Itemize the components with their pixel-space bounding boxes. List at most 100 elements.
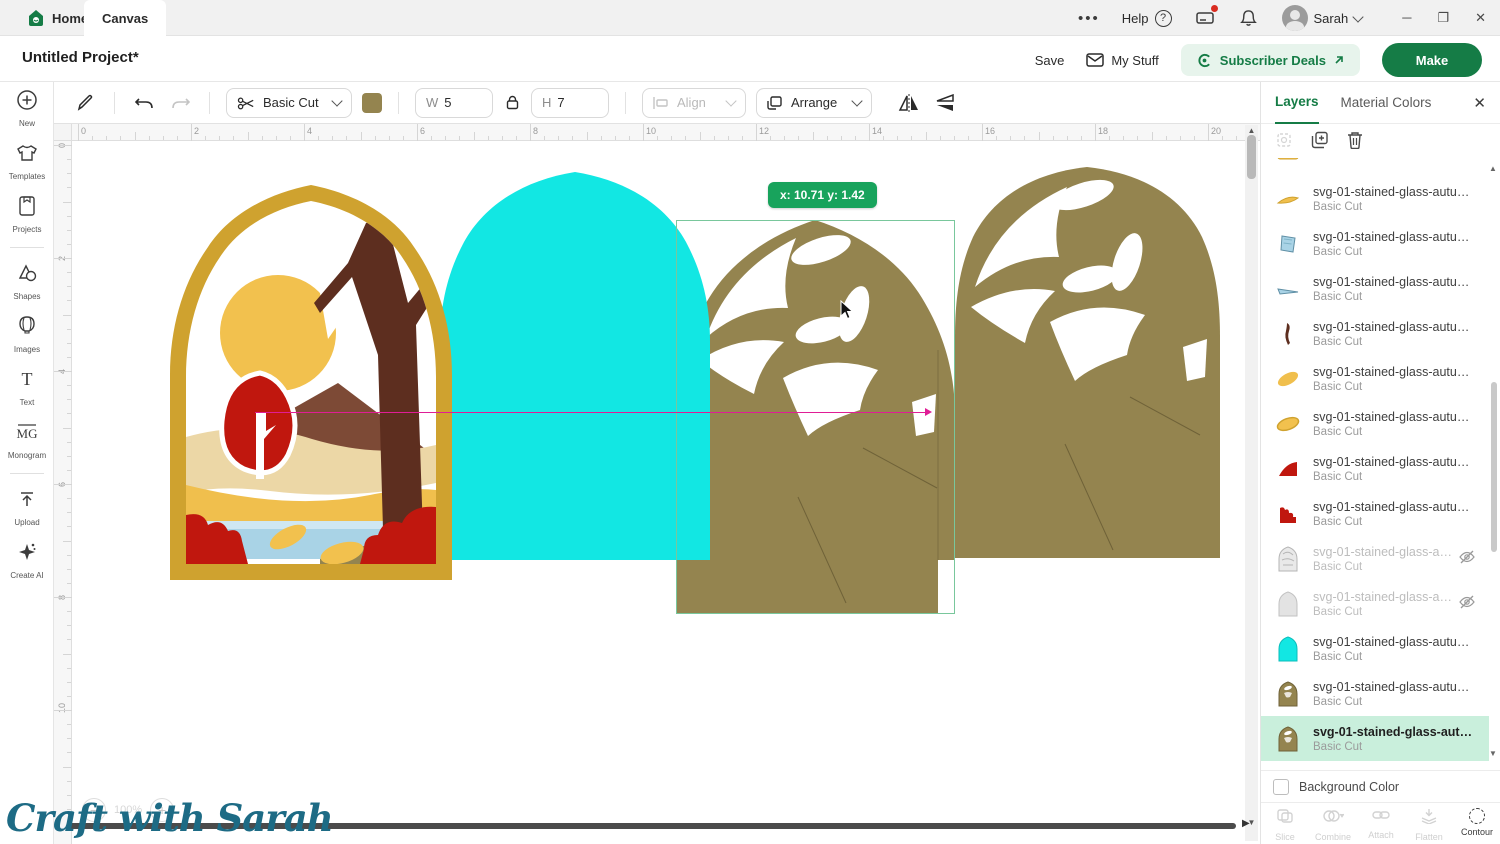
sidebar-item-upload[interactable]: Upload <box>0 481 54 533</box>
flip-horizontal-button[interactable] <box>896 90 922 116</box>
canvas-vertical-scrollbar[interactable]: ▲ ▼ <box>1245 125 1258 841</box>
attach-button[interactable]: Attach <box>1359 808 1403 840</box>
sidebar-item-projects[interactable]: Projects <box>0 188 54 240</box>
project-title: Untitled Project* <box>22 49 139 66</box>
watermark-logo: Craft with Sarah <box>6 796 333 840</box>
height-field[interactable]: H 7 <box>531 88 609 118</box>
lock-icon <box>506 95 519 110</box>
subscriber-deals-button[interactable]: Subscriber Deals <box>1181 44 1360 76</box>
scroll-up-icon[interactable]: ▲ <box>1245 126 1258 135</box>
scroll-down-icon[interactable]: ▼ <box>1489 749 1497 758</box>
help-button[interactable]: Help ? <box>1122 10 1172 27</box>
scrollbar-thumb[interactable] <box>1491 382 1497 552</box>
more-menu-icon[interactable]: ••• <box>1078 10 1100 27</box>
slice-button[interactable]: Slice <box>1263 808 1307 842</box>
arrange-dropdown[interactable]: Arrange <box>756 88 872 118</box>
undo-button[interactable] <box>131 90 157 116</box>
sidebar-item-label: Create AI <box>10 571 43 580</box>
layer-row[interactable]: svg-01-stained-glass-autu…Basic Cut <box>1261 221 1489 266</box>
minimize-button[interactable]: ─ <box>1402 10 1411 26</box>
color-swatch[interactable] <box>362 93 382 113</box>
canvas-area[interactable]: x: 10.71 y: 1.42 02468101214161820 02468… <box>54 124 1260 844</box>
layer-row[interactable]: svg-01-stained-glass-autu…Basic Cut <box>1261 401 1489 446</box>
layer-name: svg-01-stained-glass-autu… <box>1313 365 1469 379</box>
scroll-up-icon[interactable]: ▲ <box>1489 164 1497 173</box>
attach-icon <box>1372 808 1390 827</box>
sidebar-item-text[interactable]: TText <box>0 361 54 413</box>
layer-row[interactable]: svg-01-stained-glass-a…Basic Cut <box>1261 581 1489 626</box>
selection-box[interactable] <box>676 220 955 614</box>
layer-name: svg-01-stained-glass-autu… <box>1313 455 1469 469</box>
sidebar-item-label: Templates <box>9 172 45 181</box>
layer-name: svg-01-stained-glass-autu… <box>1313 635 1469 649</box>
layer-row[interactable]: Basic Cut <box>1261 158 1489 176</box>
user-menu[interactable]: Sarah <box>1282 5 1363 31</box>
save-button[interactable]: Save <box>1035 53 1065 68</box>
width-label: W <box>426 95 438 110</box>
sidebar-item-templates[interactable]: Templates <box>0 135 54 187</box>
flatten-button[interactable]: Flatten <box>1407 808 1451 842</box>
lock-ratio-button[interactable] <box>499 90 525 116</box>
layer-type: Basic Cut <box>1313 696 1469 708</box>
layer-row[interactable]: svg-01-stained-glass-autu…Basic Cut <box>1261 356 1489 401</box>
sidebar-item-new[interactable]: New <box>0 82 54 134</box>
layer-row[interactable]: svg-01-stained-glass-a…Basic Cut <box>1261 536 1489 581</box>
layer-row[interactable]: svg-01-stained-glass-autu… Basic Cut <box>1261 671 1489 716</box>
eye-hidden-icon[interactable] <box>1459 595 1475 614</box>
close-button[interactable]: ✕ <box>1475 10 1486 26</box>
flip-vertical-button[interactable] <box>932 90 958 116</box>
layer-name: svg-01-stained-glass-autu… <box>1313 680 1469 694</box>
sidebar-item-images[interactable]: Images <box>0 308 54 360</box>
layer-type: Basic Cut <box>1313 741 1472 753</box>
trash-icon[interactable] <box>1347 131 1363 149</box>
layer-row[interactable]: svg-01-stained-glass-autu…Basic Cut <box>1261 626 1489 671</box>
close-panel-icon[interactable]: ✕ <box>1473 94 1486 112</box>
tab-layers[interactable]: Layers <box>1275 82 1319 124</box>
group-icon[interactable] <box>1275 131 1293 149</box>
undo-icon <box>135 95 154 111</box>
my-stuff-button[interactable]: My Stuff <box>1086 52 1158 68</box>
width-field[interactable]: W 5 <box>415 88 493 118</box>
footer-button-label: Contour <box>1461 827 1493 837</box>
layer-row[interactable]: svg-01-stained-glass-autu…Basic Cut <box>1261 266 1489 311</box>
edit-pencil-button[interactable] <box>72 90 98 116</box>
artwork-cyan-arch[interactable] <box>440 170 710 560</box>
artwork-olive-arch-2[interactable] <box>955 167 1220 558</box>
align-icon <box>653 97 669 109</box>
layer-name: svg-01-stained-glass-autu… <box>1313 320 1469 334</box>
ruler-vertical: 0246810 <box>54 141 72 844</box>
background-color-checkbox[interactable] <box>1273 779 1289 795</box>
notifications-button[interactable] <box>1238 7 1260 29</box>
combine-button[interactable]: Combine <box>1311 808 1355 842</box>
tab-material-colors[interactable]: Material Colors <box>1341 82 1432 124</box>
sidebar-item-create-ai[interactable]: Create AI <box>0 534 54 586</box>
duplicate-icon[interactable] <box>1311 131 1329 149</box>
panel-scrollbar[interactable]: ▲ ▼ <box>1490 162 1498 758</box>
contour-button[interactable]: Contour <box>1455 808 1499 837</box>
layer-row[interactable]: svg-01-stained-glass-autu…Basic Cut <box>1261 311 1489 356</box>
layer-row[interactable]: svg-01-stained-glass-autu…Basic Cut <box>1261 176 1489 221</box>
scrollbar-thumb[interactable] <box>1247 135 1256 179</box>
make-button[interactable]: Make <box>1382 43 1482 77</box>
scroll-right-icon[interactable]: ▶ <box>1242 818 1250 829</box>
layer-row[interactable]: svg-01-stained-glass-aut…Basic Cut <box>1261 716 1489 761</box>
maximize-button[interactable]: ❐ <box>1437 10 1449 26</box>
layer-row[interactable]: svg-01-stained-glass-autu…Basic Cut <box>1261 446 1489 491</box>
slice-icon <box>1276 808 1294 829</box>
tab-canvas[interactable]: Canvas <box>84 0 166 36</box>
align-dropdown[interactable]: Align <box>642 88 746 118</box>
redo-button[interactable] <box>167 90 193 116</box>
layer-type: Basic Cut <box>1313 426 1469 438</box>
sidebar-item-monogram[interactable]: MGMonogram <box>0 414 54 466</box>
eye-hidden-icon[interactable] <box>1459 550 1475 569</box>
help-label: Help <box>1122 11 1149 26</box>
artwork-stained-glass[interactable] <box>170 185 452 580</box>
layer-name: svg-01-stained-glass-a… <box>1313 545 1452 559</box>
notification-dot <box>1211 5 1218 12</box>
layer-row[interactable]: svg-01-stained-glass-autu…Basic Cut <box>1261 491 1489 536</box>
sidebar-item-shapes[interactable]: Shapes <box>0 255 54 307</box>
width-value: 5 <box>444 95 451 110</box>
operation-dropdown[interactable]: Basic Cut <box>226 88 352 118</box>
feedback-button[interactable] <box>1194 7 1216 29</box>
arrange-label: Arrange <box>791 95 845 110</box>
